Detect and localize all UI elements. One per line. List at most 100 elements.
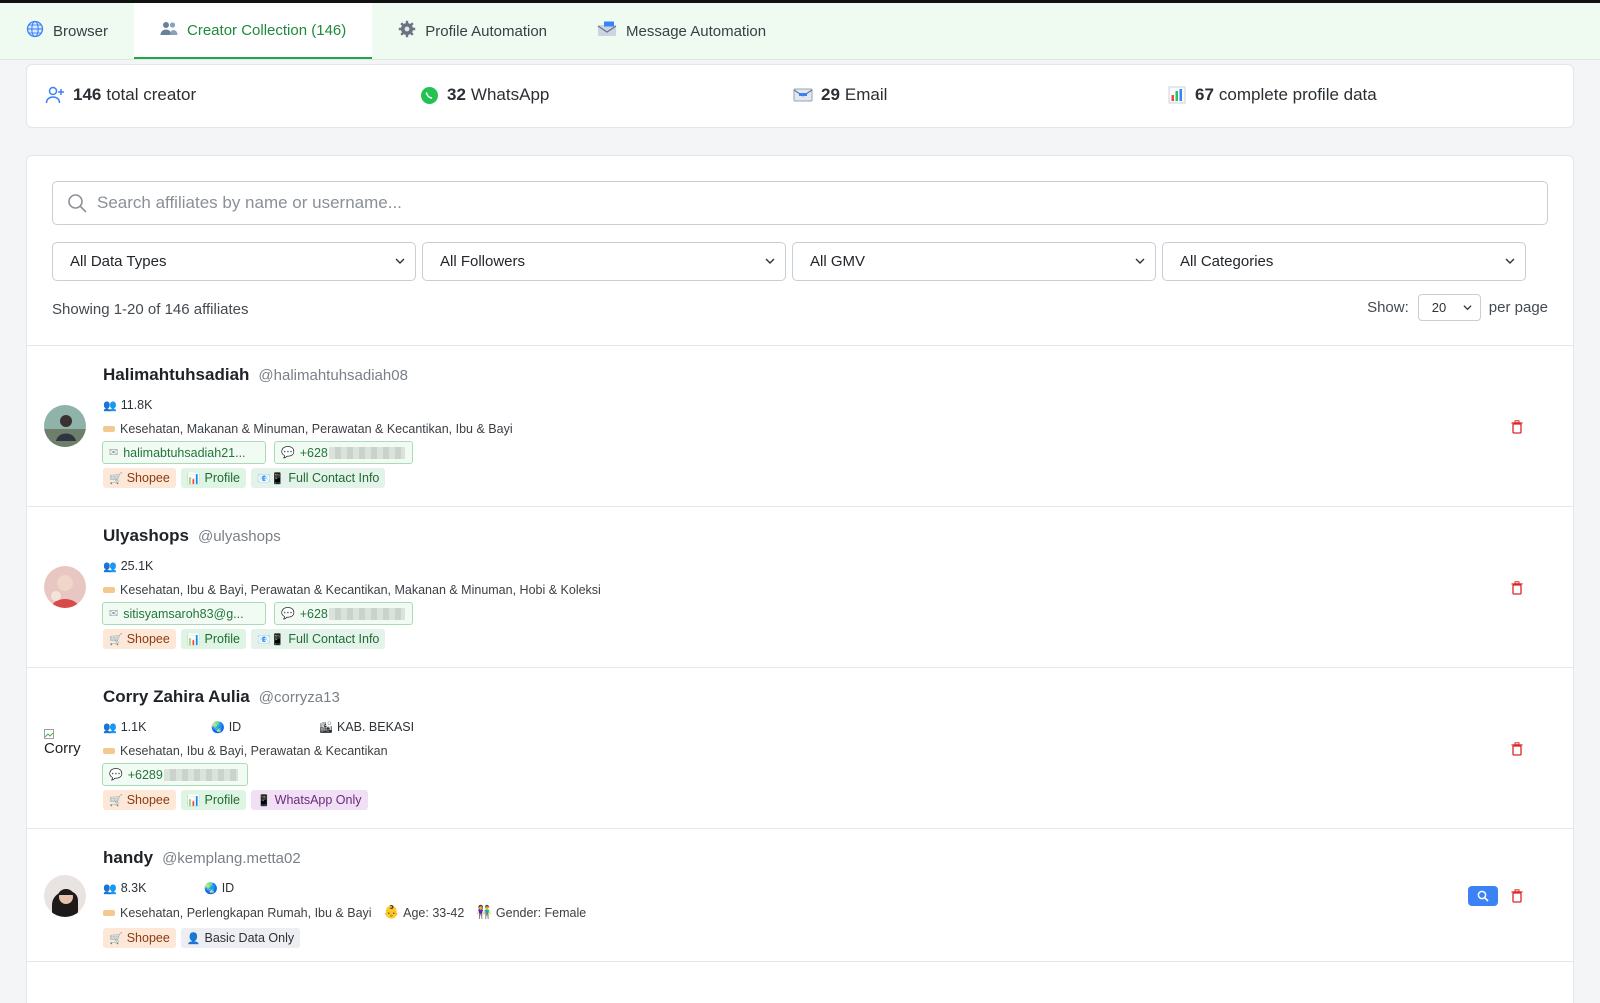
age-icon: 👶 xyxy=(383,905,400,919)
main-tabs: Browser Creator Collection (146) Profile… xyxy=(0,3,1600,60)
cart-icon: 🛒 xyxy=(109,633,123,646)
creator-row[interactable]: Corry Corry Zahira Aulia @corryza13 👥 1.1… xyxy=(27,667,1573,828)
avatar[interactable] xyxy=(44,405,86,447)
chat-icon: 💬 xyxy=(281,447,295,459)
creator-name-line: Corry Zahira Aulia @corryza13 xyxy=(103,687,340,707)
tag-icon xyxy=(103,587,115,593)
magnifier-icon xyxy=(1477,890,1489,902)
trash-icon[interactable] xyxy=(1511,420,1523,434)
city: 🏙 KAB. BEKASI xyxy=(319,720,414,734)
stat-total-value: 146 xyxy=(73,85,102,104)
badge-full-contact: 📧📱 Full Contact Info xyxy=(250,468,386,488)
creator-row[interactable]: Halimahtuhsadiah @halimahtuhsadiah08 👥 11… xyxy=(27,345,1573,506)
tab-profile-automation-label: Profile Automation xyxy=(425,22,548,40)
search-input[interactable] xyxy=(97,193,1497,213)
contact-info-icon: 📧📱 xyxy=(256,472,285,485)
creator-categories: Kesehatan, Perlengkapan Rumah, Ibu & Bay… xyxy=(103,905,586,920)
chat-icon: 💬 xyxy=(281,608,295,620)
creator-badges: 🛒 Shopee 📊 Profile 📧📱 Full Contact Info xyxy=(103,468,390,488)
gear-icon xyxy=(398,20,416,43)
followers-icon: 👥 xyxy=(103,721,117,734)
stat-whatsapp-label: WhatsApp xyxy=(470,85,550,104)
broken-image-icon xyxy=(44,729,54,739)
tab-browser-label: Browser xyxy=(53,22,109,40)
phone-chip[interactable]: 💬 +628 xyxy=(274,441,413,464)
filter-categories-value: All Categories xyxy=(1180,253,1274,270)
chevron-down-icon xyxy=(765,258,775,264)
tab-creator-collection[interactable]: Creator Collection (146) xyxy=(134,3,373,59)
stat-complete-label: complete profile data xyxy=(1218,85,1377,104)
country: 🌏 ID xyxy=(211,720,319,734)
creator-name-line: Halimahtuhsadiah @halimahtuhsadiah08 xyxy=(103,365,408,385)
filter-data-types[interactable]: All Data Types xyxy=(52,242,416,281)
tab-message-automation[interactable]: Message Automation xyxy=(573,3,792,59)
phone-chip[interactable]: 💬 +6289 xyxy=(102,763,248,786)
city-icon: 🏙 xyxy=(319,721,333,734)
categories-text: Kesehatan, Ibu & Bayi, Perawatan & Kecan… xyxy=(120,583,601,597)
cart-icon: 🛒 xyxy=(109,932,123,945)
trash-icon[interactable] xyxy=(1511,889,1523,903)
country-value: ID xyxy=(221,881,235,895)
tab-browser[interactable]: Browser xyxy=(6,3,134,59)
avatar-broken-image[interactable]: Corry xyxy=(44,727,86,769)
badge-whatsapp-only: 📱 WhatsApp Only xyxy=(250,790,368,810)
stat-whatsapp: 32 WhatsApp xyxy=(419,85,549,105)
country: 🌏 ID xyxy=(204,881,234,895)
whatsapp-icon xyxy=(419,85,439,105)
filter-gmv-value: All GMV xyxy=(810,253,866,270)
followers-icon: 👥 xyxy=(103,882,117,895)
filter-data-types-value: All Data Types xyxy=(70,253,167,270)
creator-name[interactable]: Halimahtuhsadiah xyxy=(103,365,249,385)
categories-text: Kesehatan, Perlengkapan Rumah, Ibu & Bay… xyxy=(120,905,372,920)
trash-icon[interactable] xyxy=(1511,581,1523,595)
per-page-control: Show: 20 per page xyxy=(1367,294,1548,321)
creator-name-line: Ulyashops @ulyashops xyxy=(103,526,281,546)
email-chip[interactable]: ✉ halimabtuhsadiah21... xyxy=(102,441,266,464)
creator-username: @ulyashops xyxy=(197,528,281,545)
globe-icon: 🌏 xyxy=(211,721,225,734)
gender-value: Gender: Female xyxy=(495,905,587,920)
filter-categories[interactable]: All Categories xyxy=(1162,242,1526,281)
email-chip[interactable]: ✉ sitisyamsaroh83@g... xyxy=(102,602,266,625)
stat-email-value: 29 xyxy=(821,85,840,104)
filter-gmv[interactable]: All GMV xyxy=(792,242,1156,281)
trash-icon[interactable] xyxy=(1511,742,1523,756)
per-page-select[interactable]: 20 xyxy=(1417,294,1481,321)
phone-value: +628 xyxy=(299,606,328,621)
city-value: KAB. BEKASI xyxy=(336,720,415,734)
phone-chip[interactable]: 💬 +628 xyxy=(274,602,413,625)
creator-name[interactable]: Ulyashops xyxy=(103,526,189,546)
avatar[interactable] xyxy=(44,875,86,917)
phone-value: +6289 xyxy=(127,767,163,782)
followers-value: 1.1K xyxy=(120,720,147,734)
envelope-icon: ✉ xyxy=(109,447,119,459)
creator-meta: 👥 8.3K 🌏 ID xyxy=(103,881,234,895)
filter-followers[interactable]: All Followers xyxy=(422,242,786,281)
globe-icon xyxy=(26,20,44,43)
avatar[interactable] xyxy=(44,566,86,608)
chevron-down-icon xyxy=(1463,305,1472,311)
redacted-phone xyxy=(328,446,405,459)
stat-total-label: total creator xyxy=(106,85,197,104)
tag-icon xyxy=(103,748,115,754)
chat-icon: 💬 xyxy=(109,769,123,781)
creator-name[interactable]: handy xyxy=(103,848,153,868)
badge-full-contact: 📧📱 Full Contact Info xyxy=(250,629,386,649)
tab-profile-automation[interactable]: Profile Automation xyxy=(372,3,573,59)
search-box[interactable] xyxy=(52,181,1548,225)
phone-icon: 📱 xyxy=(256,794,271,807)
followers-count: 👥 11.8K xyxy=(103,398,152,412)
tab-creator-collection-label: Creator Collection (146) xyxy=(187,21,347,39)
creator-username: @halimahtuhsadiah08 xyxy=(258,367,408,384)
search-icon xyxy=(67,193,87,213)
creator-row[interactable]: Ulyashops @ulyashops 👥 25.1K Kesehatan, I… xyxy=(27,506,1573,667)
creator-badges: 🛒 Shopee 👤 Basic Data Only xyxy=(103,928,305,948)
creator-name[interactable]: Corry Zahira Aulia xyxy=(103,687,250,707)
tag-icon xyxy=(103,909,115,916)
creator-row[interactable]: handy @kemplang.metta02 👥 8.3K 🌏 ID Keseha… xyxy=(27,828,1573,962)
chevron-down-icon xyxy=(395,258,405,264)
per-page-value: 20 xyxy=(1431,300,1447,315)
stat-email-label: Email xyxy=(844,85,888,104)
stat-whatsapp-value: 32 xyxy=(447,85,466,104)
lookup-button[interactable] xyxy=(1468,886,1498,906)
